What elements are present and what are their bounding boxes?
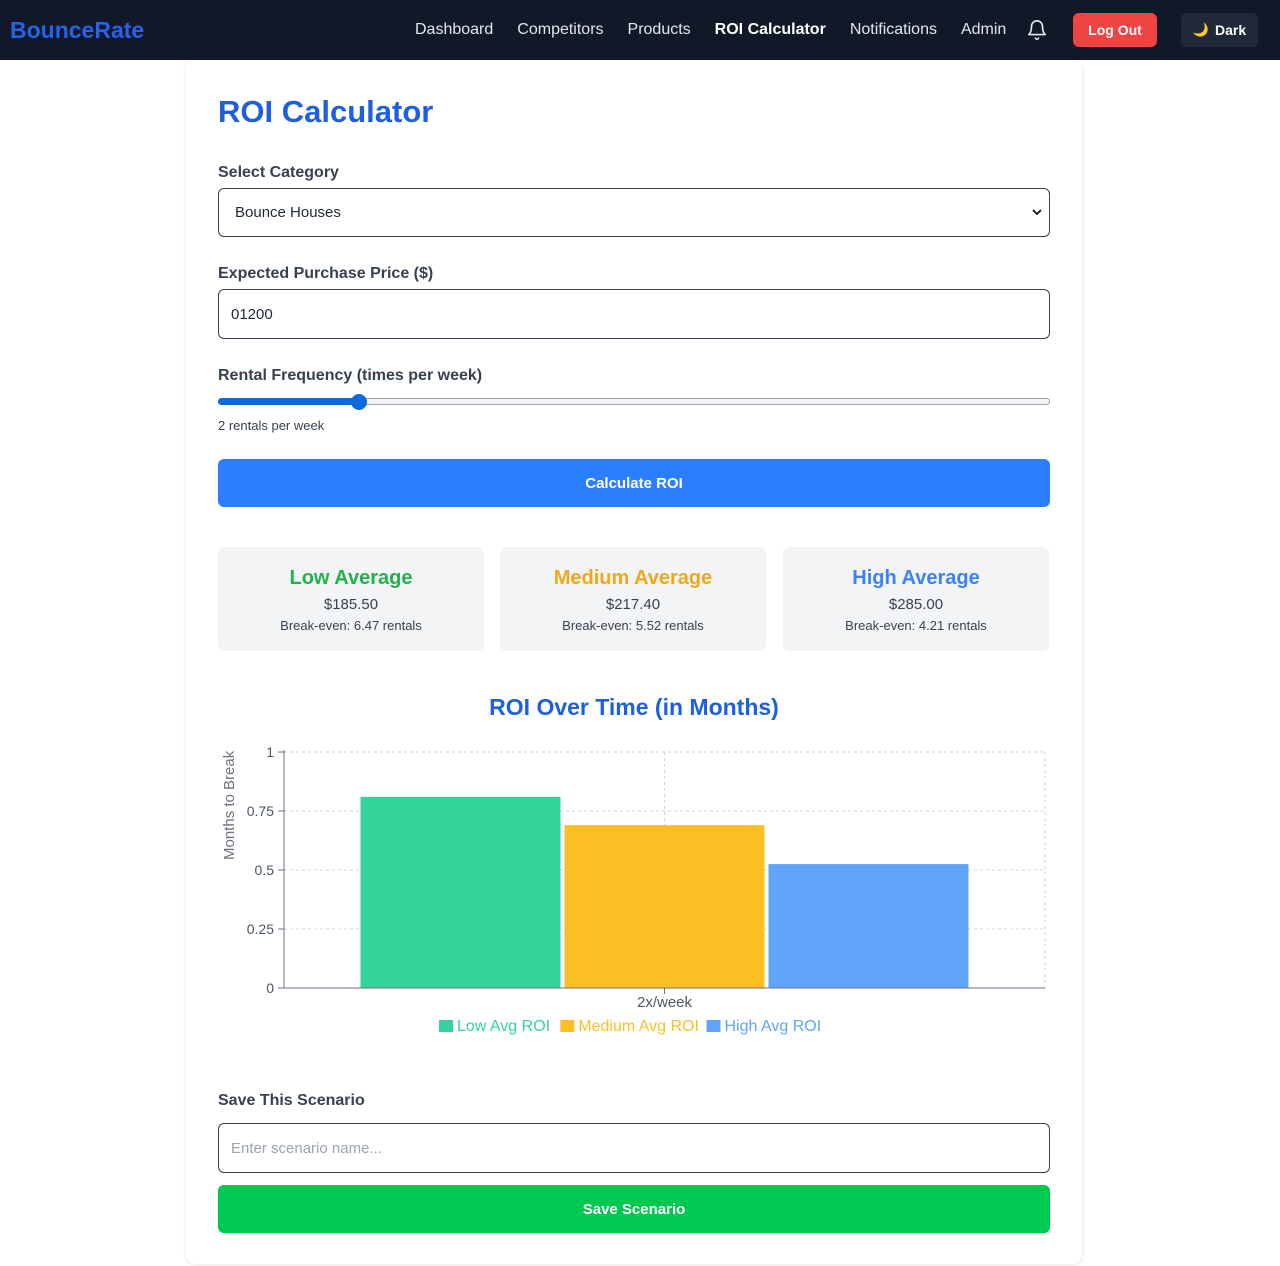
slider-thumb[interactable]	[351, 394, 368, 410]
y-tick-label: 0.5	[255, 862, 275, 878]
scenario-name-placeholder: Enter scenario name...	[231, 1139, 382, 1157]
stat-breakeven: Break-even: 6.47 rentals	[280, 618, 422, 633]
roi-bar-chart: 0 0.25 0.5 0.75 1 2x/week Months to Break Low A…	[221, 744, 1046, 1035]
bar-low-avg-roi	[360, 796, 561, 988]
navbar: BounceRate Dashboard Competitors Product…	[0, 0, 1280, 60]
legend-swatch	[706, 1020, 721, 1032]
legend-swatch	[439, 1020, 453, 1032]
price-input-value: 01200	[231, 305, 273, 323]
stat-title: Medium Average	[553, 567, 713, 589]
stat-card-high: High Average $285.00 Break-even: 4.21 re…	[783, 547, 1049, 651]
save-scenario-label: Save This Scenario	[218, 1092, 365, 1109]
bell-icon[interactable]	[1026, 19, 1048, 41]
legend-label: Low Avg ROI	[457, 1018, 550, 1035]
slider-fill	[218, 398, 360, 405]
price-input[interactable]: 01200	[218, 289, 1050, 339]
nav-link-notifications[interactable]: Notifications	[850, 21, 937, 39]
stat-breakeven: Break-even: 4.21 rentals	[845, 618, 987, 633]
bar-medium-avg-roi	[564, 825, 765, 988]
y-tick-label: 0.75	[247, 803, 274, 819]
stat-title: Low Average	[289, 567, 413, 589]
nav-link-dashboard[interactable]: Dashboard	[415, 21, 493, 39]
theme-toggle-button[interactable]: 🌙 Dark	[1181, 13, 1258, 47]
stat-value: $285.00	[888, 596, 944, 613]
y-tick-label: 1	[266, 744, 274, 760]
category-select[interactable]: Bounce Houses	[218, 188, 1050, 237]
bar-high-avg-roi	[768, 864, 969, 988]
stat-card-low: Low Average $185.50 Break-even: 6.47 ren…	[218, 547, 484, 651]
moon-icon: 🌙	[1192, 22, 1210, 37]
stat-value: $185.50	[323, 596, 379, 613]
stat-value: $217.40	[605, 596, 661, 613]
nav-link-products[interactable]: Products	[628, 21, 691, 39]
page-title: ROI Calculator	[218, 94, 434, 129]
frequency-slider[interactable]	[218, 394, 1050, 410]
frequency-value-text: 2 rentals per week	[218, 418, 325, 433]
nav-link-admin[interactable]: Admin	[961, 21, 1006, 39]
scenario-name-input[interactable]: Enter scenario name...	[218, 1123, 1050, 1173]
y-tick-label: 0.25	[247, 921, 274, 937]
stat-card-medium: Medium Average $217.40 Break-even: 5.52 …	[500, 547, 766, 651]
x-tick-label: 2x/week	[637, 994, 693, 1011]
nav-link-roi-calculator[interactable]: ROI Calculator	[715, 21, 826, 39]
theme-toggle-label: Dark	[1215, 22, 1247, 38]
stat-breakeven: Break-even: 5.52 rentals	[562, 618, 704, 633]
legend-label: High Avg ROI	[725, 1018, 822, 1035]
brand-logo[interactable]: BounceRate	[10, 17, 144, 44]
stat-title: High Average	[852, 567, 980, 589]
save-scenario-button[interactable]: Save Scenario	[218, 1185, 1050, 1233]
y-tick-label: 0	[266, 980, 274, 996]
y-axis-label-group: Months to Break	[221, 750, 238, 860]
legend-swatch	[560, 1020, 575, 1032]
category-label: Select Category	[218, 164, 339, 181]
nav-link-competitors[interactable]: Competitors	[517, 21, 603, 39]
chevron-down-icon	[1032, 209, 1042, 216]
logout-button[interactable]: Log Out	[1073, 13, 1157, 47]
nav-links: Dashboard Competitors Products ROI Calcu…	[415, 0, 1030, 60]
chart-title: ROI Over Time (in Months)	[489, 694, 779, 720]
roi-card	[186, 60, 1082, 1264]
frequency-label: Rental Frequency (times per week)	[218, 367, 483, 384]
y-axis-label: Months to Break	[221, 750, 238, 860]
category-select-value: Bounce Houses	[235, 204, 341, 221]
price-label: Expected Purchase Price ($)	[218, 265, 434, 282]
legend-label: Medium Avg ROI	[578, 1018, 699, 1035]
calculate-roi-button[interactable]: Calculate ROI	[218, 459, 1050, 507]
